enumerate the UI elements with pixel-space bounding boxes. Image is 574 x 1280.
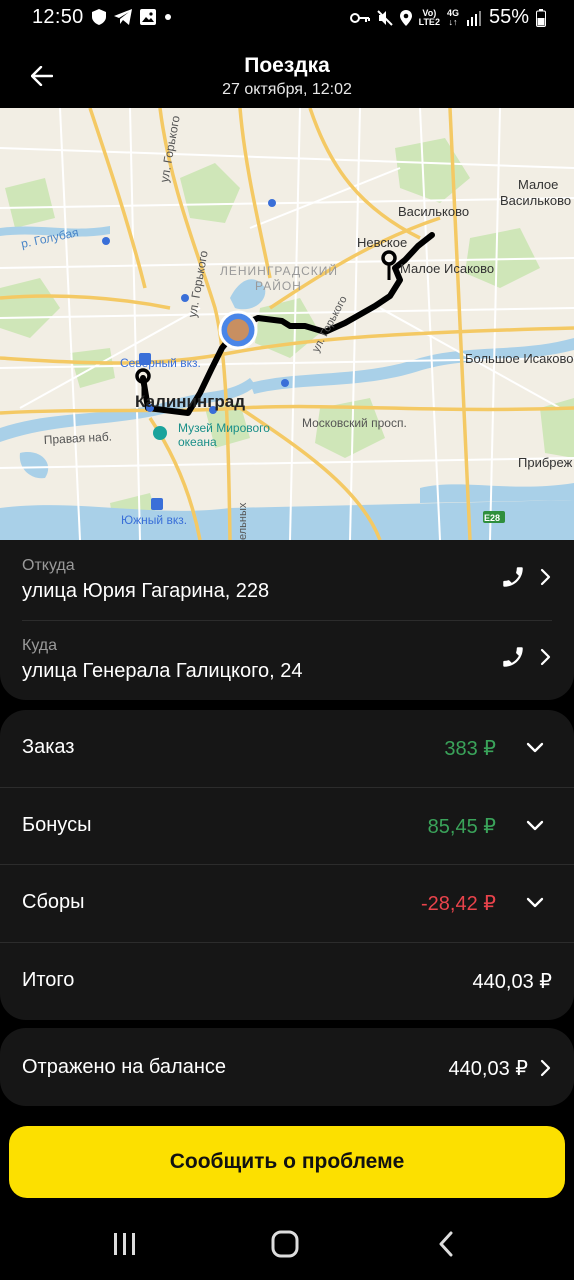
map-label-museum-1: Музей Мирового — [178, 421, 270, 435]
map-label-maloe-vasilkovo-1: Малое — [518, 177, 558, 192]
chevron-down-icon[interactable] — [524, 891, 546, 915]
signal-icon — [466, 10, 481, 26]
chevron-down-icon[interactable] — [524, 736, 546, 760]
trip-addresses-card: Откуда улица Юрия Гагарина, 228 Куда ули… — [0, 540, 574, 700]
chevron-right-icon — [540, 1059, 551, 1077]
to-caption: Куда — [22, 637, 58, 654]
telegram-icon — [114, 9, 132, 25]
location-icon — [399, 9, 412, 26]
map-label-vasilkovo: Васильково — [398, 204, 469, 219]
payment-row-order[interactable]: Заказ 383 ₽ — [0, 710, 574, 787]
mute-icon — [376, 9, 393, 26]
back-nav-icon[interactable] — [437, 1231, 455, 1257]
to-address: улица Генерала Галицкого, 24 — [22, 660, 303, 682]
map-label-museum-2: океана — [178, 435, 217, 449]
status-bar: 12:50 Vo) LTE2 4G ↓↑ 55% — [0, 0, 574, 36]
map-label-pribrezhny: Прибреж — [518, 455, 573, 470]
map-label-severny: Северный вкз. — [120, 356, 201, 370]
home-icon[interactable] — [271, 1230, 299, 1258]
payment-value: -28,42 ₽ — [421, 893, 496, 915]
total-value: 440,03 ₽ — [472, 971, 552, 993]
network-4g: 4G ↓↑ — [446, 7, 459, 27]
battery-percent: 55% — [488, 6, 529, 28]
report-problem-button[interactable]: Сообщить о проблеме — [9, 1126, 565, 1198]
payment-label: Сборы — [22, 891, 85, 913]
status-left-icons — [92, 9, 172, 25]
page-title: Поездка — [244, 54, 330, 77]
balance-row[interactable]: Отражено на балансе 440,03 ₽ — [0, 1028, 574, 1106]
map-label-district-1: ЛЕНИНГРАДСКИЙ — [220, 263, 338, 278]
chevron-down-icon[interactable] — [524, 814, 546, 838]
from-caption: Откуда — [22, 557, 75, 574]
payment-row-bonus[interactable]: Бонусы 85,45 ₽ — [0, 788, 574, 865]
to-address-row[interactable]: Куда улица Генерала Галицкого, 24 — [22, 620, 552, 700]
phone-icon[interactable] — [500, 644, 526, 670]
payment-row-total: Итого 440,03 ₽ — [0, 943, 574, 1020]
system-nav-bar — [0, 1210, 574, 1280]
dot-icon — [165, 14, 171, 20]
route-map[interactable]: ул. Горького ул. Горького р. Голубая ЛЕН… — [0, 108, 574, 540]
battery-icon — [536, 8, 546, 27]
map-label-yuzhny: Южный вкз. — [121, 513, 187, 527]
shield-icon — [92, 9, 106, 25]
payment-label: Бонусы — [22, 814, 92, 836]
payment-value: 85,45 ₽ — [427, 816, 496, 838]
map-label-nevskoe: Невское — [357, 235, 407, 250]
total-label: Итого — [22, 969, 75, 991]
status-right-icons: Vo) LTE2 4G ↓↑ 55% — [349, 6, 546, 29]
balance-value: 440,03 ₽ — [448, 1058, 528, 1080]
map-label-kaliningrad: Калининград — [135, 392, 245, 411]
from-address: улица Юрия Гагарина, 228 — [22, 580, 270, 602]
payment-label: Заказ — [22, 736, 75, 758]
map-label-moskovsky: Московский просп. — [302, 416, 407, 430]
map-label-maloe-isakovo: Малое Исаково — [400, 261, 494, 276]
page-subtitle: 27 октября, 12:02 — [222, 81, 352, 98]
payment-breakdown-card: Заказ 383 ₽ Бонусы 85,45 ₽ Сборы -28,42 … — [0, 710, 574, 1020]
map-label-street-bottom: ельных — [237, 502, 249, 540]
balance-label: Отражено на балансе — [22, 1056, 226, 1078]
payment-row-fees[interactable]: Сборы -28,42 ₽ — [0, 865, 574, 942]
network-volte: Vo) LTE2 — [418, 7, 440, 27]
phone-icon[interactable] — [500, 564, 526, 590]
chevron-right-icon — [540, 648, 551, 666]
map-label-e28: E28 — [484, 513, 500, 523]
payment-value: 383 ₽ — [444, 738, 496, 760]
recent-apps-icon[interactable] — [112, 1232, 138, 1256]
map-label-maloe-vasilkovo-2: Васильково — [500, 193, 571, 208]
chevron-right-icon — [540, 568, 551, 586]
gallery-icon — [140, 9, 156, 25]
status-time: 12:50 — [32, 6, 84, 28]
map-label-bolshoe-isakovo: Большое Исаково — [465, 351, 573, 366]
from-address-row[interactable]: Откуда улица Юрия Гагарина, 228 — [22, 540, 552, 620]
map-label-district-2: РАЙОН — [255, 278, 302, 293]
key-icon — [349, 12, 370, 23]
